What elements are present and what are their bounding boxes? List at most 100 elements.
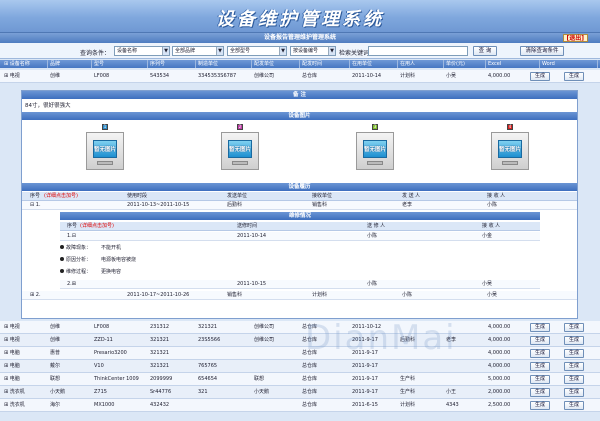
monitor-icon: 暂无图片	[86, 132, 124, 170]
table-row[interactable]: ⊞ 洗衣机 海尔 MX1000 432432 总仓库 2011-6-15 计划科 4343 2,…	[0, 399, 600, 412]
table-row[interactable]: ⊞ 电视 创维 ZZD-11 321321 23S5566 创维公司 总仓库 2011-9-1…	[0, 334, 600, 347]
history-cell: 小陈	[487, 202, 498, 208]
filter-device-number[interactable]: 按设备编号 ▼	[290, 46, 336, 56]
repair-cell: 小吴	[482, 281, 493, 287]
repair-hint: (详细点击加号)	[80, 223, 114, 229]
table-cell: 小王	[446, 389, 457, 395]
history-cell: 序号	[30, 193, 41, 199]
word-export-button[interactable]: 生成	[564, 336, 584, 345]
device-photo[interactable]: 1 暂无图片	[82, 124, 128, 174]
word-export-button[interactable]: 生成	[564, 362, 584, 371]
history-cell: 接 收 人	[487, 193, 506, 199]
table-cell: 总仓库	[302, 363, 318, 369]
table-cell: 联想	[254, 376, 265, 382]
word-export-button[interactable]: 生成	[564, 349, 584, 358]
word-export-button[interactable]: 生成	[564, 401, 584, 410]
photo-number: 2	[237, 124, 243, 130]
photo-placeholder-label: 暂无图片	[93, 147, 116, 153]
repair-cell: 接 收 人	[482, 223, 501, 229]
filter-model[interactable]: 全部型号 ▼	[227, 46, 287, 56]
query-button[interactable]: 查 询	[473, 46, 497, 56]
column-header: 配发单位	[252, 60, 300, 68]
device-detail-panel: 备 注 84寸，很好很强大 设备图片 1 暂无图片 2 暂无图片 3 暂无图片 4 暂无图片 …	[21, 90, 578, 319]
word-export-button[interactable]: 生成	[564, 375, 584, 384]
watermark: DianMai	[305, 318, 457, 358]
fault-detail: 原因分析： 电源板电容被烧	[60, 255, 136, 266]
table-cell: ⊞ 洗衣机	[4, 389, 25, 395]
clear-query-button[interactable]: 清除查询条件	[520, 46, 564, 56]
app-subtitle: 设备报告管理维护管理系统	[263, 34, 336, 41]
history-cell: ⊞ 2.	[30, 292, 41, 298]
repair-cell: 1.⊟	[67, 233, 76, 239]
excel-export-button[interactable]: 生成	[530, 362, 550, 371]
history-row: ⊟ 1. 2011-10-13~2011-10-15 后勤科 销售科 老李 小陈	[22, 201, 577, 210]
search-label: 查询条件：	[80, 50, 111, 57]
table-row[interactable]: ⊞ 电脑 戴尔 V10 321321 765765 总仓库 2011-9-17 4,000.0…	[0, 360, 600, 373]
table-cell: 321321	[198, 324, 218, 330]
history-cell: 销售科	[312, 202, 328, 208]
word-export-button[interactable]: 生成	[564, 323, 584, 332]
table-cell	[444, 373, 486, 386]
column-header: 品牌	[48, 60, 92, 68]
word-export-button[interactable]: 生成	[564, 72, 584, 81]
table-cell: 543534	[150, 73, 170, 79]
logout-link[interactable]: [退出]	[562, 34, 588, 42]
fault-detail: 维修过程： 更换电容	[60, 267, 121, 278]
table-cell: 创维公司	[254, 324, 275, 330]
fault-value: 更换电容	[101, 269, 122, 275]
repair-cell: 小金	[482, 233, 493, 239]
table-cell: 654654	[198, 376, 218, 382]
monitor-stand	[502, 161, 518, 165]
monitor-icon: 暂无图片	[491, 132, 529, 170]
table-cell: ⊞ 电视	[4, 73, 20, 79]
filter-device-name[interactable]: 设备名称 ▼	[114, 46, 170, 56]
history-cell: 老李	[402, 202, 413, 208]
table-row[interactable]: ⊞ 电脑 联想 ThinkCenter 1009 2099999 654654 联想 总仓库…	[0, 373, 600, 386]
table-cell: 4343	[446, 402, 459, 408]
table-cell: LF008	[94, 73, 110, 79]
table-cell: 计划科	[400, 73, 416, 79]
table-cell	[398, 360, 444, 373]
device-photo[interactable]: 4 暂无图片	[487, 124, 533, 174]
excel-export-button[interactable]: 生成	[530, 72, 550, 81]
device-photo[interactable]: 3 暂无图片	[352, 124, 398, 174]
fault-label: 维修过程：	[66, 269, 92, 275]
repair-cell: 送修时间	[237, 223, 258, 229]
table-cell: 联想	[50, 376, 61, 382]
photo-number: 1	[102, 124, 108, 130]
filter-brand[interactable]: 全部品牌 ▼	[172, 46, 224, 56]
device-photo[interactable]: 2 暂无图片	[217, 124, 263, 174]
repair-cell: 送 修 人	[367, 223, 386, 229]
excel-export-button[interactable]: 生成	[530, 401, 550, 410]
excel-export-button[interactable]: 生成	[530, 388, 550, 397]
table-row[interactable]: ⊞ 电视 创维 LF008 543534 3345353S6787 创维公司 总仓库 2011…	[0, 70, 600, 83]
table-cell: 总仓库	[302, 73, 318, 79]
repair-row: 1.⊟ 2011-10-14 小陈 小金	[60, 232, 540, 241]
table-cell: ⊞ 洗衣机	[4, 402, 25, 408]
column-header: 制造单位	[196, 60, 252, 68]
table-cell: 生产科	[400, 389, 416, 395]
chevron-down-icon: ▼	[328, 47, 335, 55]
chevron-down-icon: ▼	[216, 47, 223, 55]
photos-header: 设备图片	[22, 112, 577, 120]
word-export-button[interactable]: 生成	[564, 388, 584, 397]
table-cell: ⊞ 电视	[4, 324, 20, 330]
excel-export-button[interactable]: 生成	[530, 323, 550, 332]
history-cell: 发 送 人	[402, 193, 421, 199]
table-cell: 321321	[150, 350, 170, 356]
excel-export-button[interactable]: 生成	[530, 349, 550, 358]
history-hint: (详细点击加号)	[44, 193, 78, 199]
photo-number: 4	[507, 124, 513, 130]
history-cell: 接收单位	[312, 193, 333, 199]
table-cell: ⊞ 电脑	[4, 376, 20, 382]
table-cell: ⊞ 电视	[4, 337, 20, 343]
app-banner: 设备维护管理系统	[0, 0, 600, 33]
table-cell	[196, 399, 252, 412]
table-row[interactable]: ⊞ 电脑 惠普 Presario3200 321321 总仓库 2011-9-17 4,00…	[0, 347, 600, 360]
excel-export-button[interactable]: 生成	[530, 336, 550, 345]
table-row[interactable]: ⊞ 电视 创维 LF008 231312 321321 创维公司 总仓库 2011-10-12…	[0, 321, 600, 334]
excel-export-button[interactable]: 生成	[530, 375, 550, 384]
keyword-input[interactable]	[368, 46, 468, 56]
history-cell: ⊟ 1.	[30, 202, 41, 208]
table-row[interactable]: ⊞ 洗衣机 小天鹅 Z715 Sr44776 321 小天鹅 总仓库 2011-9-17 生产科…	[0, 386, 600, 399]
